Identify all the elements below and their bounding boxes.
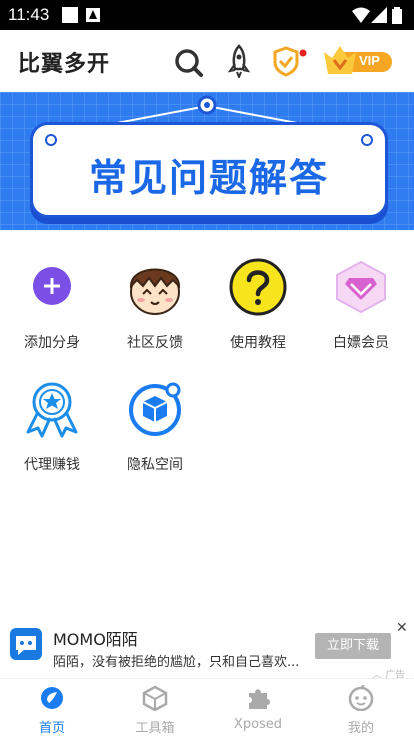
app-header: 比翼多开 VIP xyxy=(0,30,414,92)
banner-pins xyxy=(45,134,373,146)
tab-toolbox[interactable]: 工具箱 xyxy=(103,685,207,736)
status-time: 11:43 xyxy=(8,5,50,24)
feature-add-clone[interactable]: 添加分身 xyxy=(0,256,104,352)
app-title: 比翼多开 xyxy=(18,52,111,77)
tab-xposed[interactable]: Xposed xyxy=(206,685,310,732)
ad-download-button[interactable]: 立即下载 xyxy=(315,633,391,659)
sim-notification-icon xyxy=(86,8,100,22)
privacy-box-icon xyxy=(123,378,187,442)
signal-icon xyxy=(371,7,387,23)
vip-label: VIP xyxy=(359,53,380,68)
home-icon xyxy=(41,687,63,709)
award-ribbon-icon xyxy=(20,378,84,442)
ad-title: MOMO陌陌 xyxy=(53,630,138,649)
feature-label: 添加分身 xyxy=(24,335,80,351)
feature-privacy-space[interactable]: 隐私空间 xyxy=(103,378,207,474)
tab-label: 我的 xyxy=(347,721,374,736)
feature-free-vip[interactable]: 白嫖会员 xyxy=(309,256,413,352)
tab-profile[interactable]: 我的 xyxy=(309,684,413,736)
add-circle-icon xyxy=(20,256,84,320)
banner-title: 常见问题解答 xyxy=(88,156,329,200)
cartoon-face-icon xyxy=(123,256,187,320)
search-icon[interactable] xyxy=(174,44,204,78)
vip-badge[interactable]: VIP xyxy=(322,44,394,78)
rocket-icon[interactable] xyxy=(225,44,253,78)
banner-card[interactable]: 常见问题解答 xyxy=(30,122,388,218)
question-icon xyxy=(226,256,290,320)
ad-description: 陌陌，没有被拒绝的尴尬，只和自己喜欢... xyxy=(53,655,300,670)
ad-close-icon[interactable]: ✕ xyxy=(396,620,408,636)
tab-label: 首页 xyxy=(38,721,65,736)
vip-crown-icon xyxy=(324,46,392,74)
feature-label: 隐私空间 xyxy=(127,457,183,473)
ad-banner[interactable]: MOMO陌陌 陌陌，没有被拒绝的尴尬，只和自己喜欢... 立即下载 ✕ ︿ 广告 xyxy=(0,618,414,681)
tab-label: 工具箱 xyxy=(135,721,175,736)
feature-agent-earn[interactable]: 代理赚钱 xyxy=(0,378,104,474)
wifi-icon xyxy=(352,7,370,23)
toolbox-cube-icon xyxy=(142,685,168,712)
bottom-tab-bar: 首页 工具箱 Xposed 我的 xyxy=(0,678,414,738)
diamond-icon xyxy=(329,256,393,320)
feature-label: 代理赚钱 xyxy=(24,457,80,473)
feature-label: 使用教程 xyxy=(230,335,286,351)
notification-square-icon xyxy=(62,7,78,23)
feature-tutorial[interactable]: 使用教程 xyxy=(206,256,310,352)
profile-icon xyxy=(348,684,374,712)
status-bar: 11:43 xyxy=(0,0,414,30)
feature-label: 社区反馈 xyxy=(127,335,183,351)
feature-label: 白嫖会员 xyxy=(333,335,389,351)
tab-label: Xposed xyxy=(233,717,283,732)
battery-icon xyxy=(392,7,402,24)
shield-icon[interactable] xyxy=(272,44,308,78)
feature-community-feedback[interactable]: 社区反馈 xyxy=(103,256,207,352)
momo-logo-icon xyxy=(10,628,42,660)
tab-home[interactable]: 首页 xyxy=(0,685,104,736)
puzzle-icon xyxy=(249,689,270,709)
